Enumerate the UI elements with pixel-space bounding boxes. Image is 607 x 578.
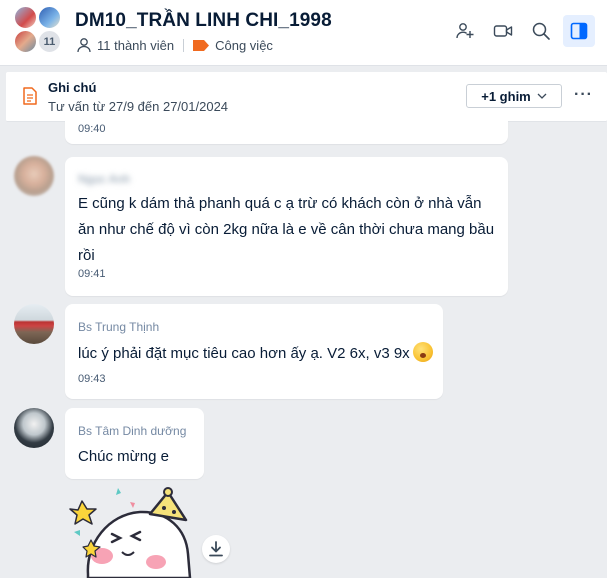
message-sender: Bs Tâm Dinh dưỡng — [78, 424, 187, 438]
member-avatar — [14, 6, 37, 29]
header-actions — [449, 15, 595, 47]
sidebar-toggle-button[interactable] — [563, 15, 595, 47]
more-options-button[interactable]: ··· — [574, 86, 593, 104]
video-call-button[interactable] — [487, 15, 519, 47]
member-count-badge: 11 — [38, 30, 61, 53]
message-sender: Ngọc Anh — [78, 172, 131, 186]
chat-subtitle: 11 thành viên Công việc — [76, 37, 273, 53]
chat-tag-label[interactable]: Công việc — [215, 38, 273, 53]
pinned-count-label: +1 ghim — [481, 88, 531, 104]
message-sender: Bs Trung Thịnh — [78, 320, 160, 334]
person-icon — [77, 38, 91, 53]
message-time: 09:43 — [78, 373, 106, 385]
pinned-note-title: Ghi chú — [48, 80, 97, 95]
chevron-down-icon — [537, 93, 547, 99]
message-bubble[interactable]: Bs Trung Thịnh lúc ý phải đặt mục tiêu c… — [65, 304, 443, 399]
message-text: lúc ý phải đặt mục tiêu cao hơn ấy ạ. V2… — [78, 345, 410, 362]
add-member-icon — [456, 22, 474, 39]
message-bubble[interactable]: Ngọc Anh E cũng k dám thả phanh quá c ạ … — [65, 157, 508, 296]
message-text: E cũng k dám thả phanh quá c ạ trừ có kh… — [78, 195, 495, 264]
sidebar-toggle-icon — [570, 22, 588, 40]
divider — [183, 38, 185, 52]
message-text-row: lúc ý phải đặt mục tiêu cao hơn ấy ạ. V2… — [78, 341, 433, 367]
member-avatar — [14, 30, 37, 53]
note-icon — [23, 87, 37, 105]
message-time: 09:40 — [78, 123, 106, 135]
emoji-icon — [412, 342, 433, 362]
add-member-button[interactable] — [449, 15, 481, 47]
group-avatar[interactable]: 11 — [14, 6, 64, 56]
search-button[interactable] — [525, 15, 557, 47]
video-call-icon — [493, 25, 513, 37]
message-bubble[interactable]: 09:40 — [65, 120, 508, 144]
avatar[interactable] — [14, 304, 54, 344]
member-count[interactable]: 11 thành viên — [97, 38, 174, 53]
message-time: 09:41 — [78, 268, 106, 280]
pinned-note-text: Tư vấn từ 27/9 đến 27/01/2024 — [48, 99, 229, 114]
avatar[interactable] — [14, 156, 54, 196]
pinned-count-button[interactable]: +1 ghim — [466, 84, 562, 108]
chat-title[interactable]: DM10_TRẦN LINH CHI_1998 — [75, 10, 332, 32]
download-button[interactable] — [202, 535, 230, 563]
search-icon — [532, 22, 550, 40]
sticker-image[interactable] — [68, 484, 198, 578]
pinned-note-bar[interactable]: Ghi chú Tư vấn từ 27/9 đến 27/01/2024 +1… — [6, 72, 607, 122]
tag-icon — [193, 39, 210, 51]
avatar[interactable] — [14, 408, 54, 448]
message-text: Chúc mừng e — [78, 448, 169, 465]
message-bubble[interactable]: Bs Tâm Dinh dưỡng Chúc mừng e — [65, 408, 204, 479]
member-avatar — [38, 6, 61, 29]
chat-header: 11 DM10_TRẦN LINH CHI_1998 11 thành viên… — [0, 0, 607, 66]
download-icon — [209, 541, 223, 557]
